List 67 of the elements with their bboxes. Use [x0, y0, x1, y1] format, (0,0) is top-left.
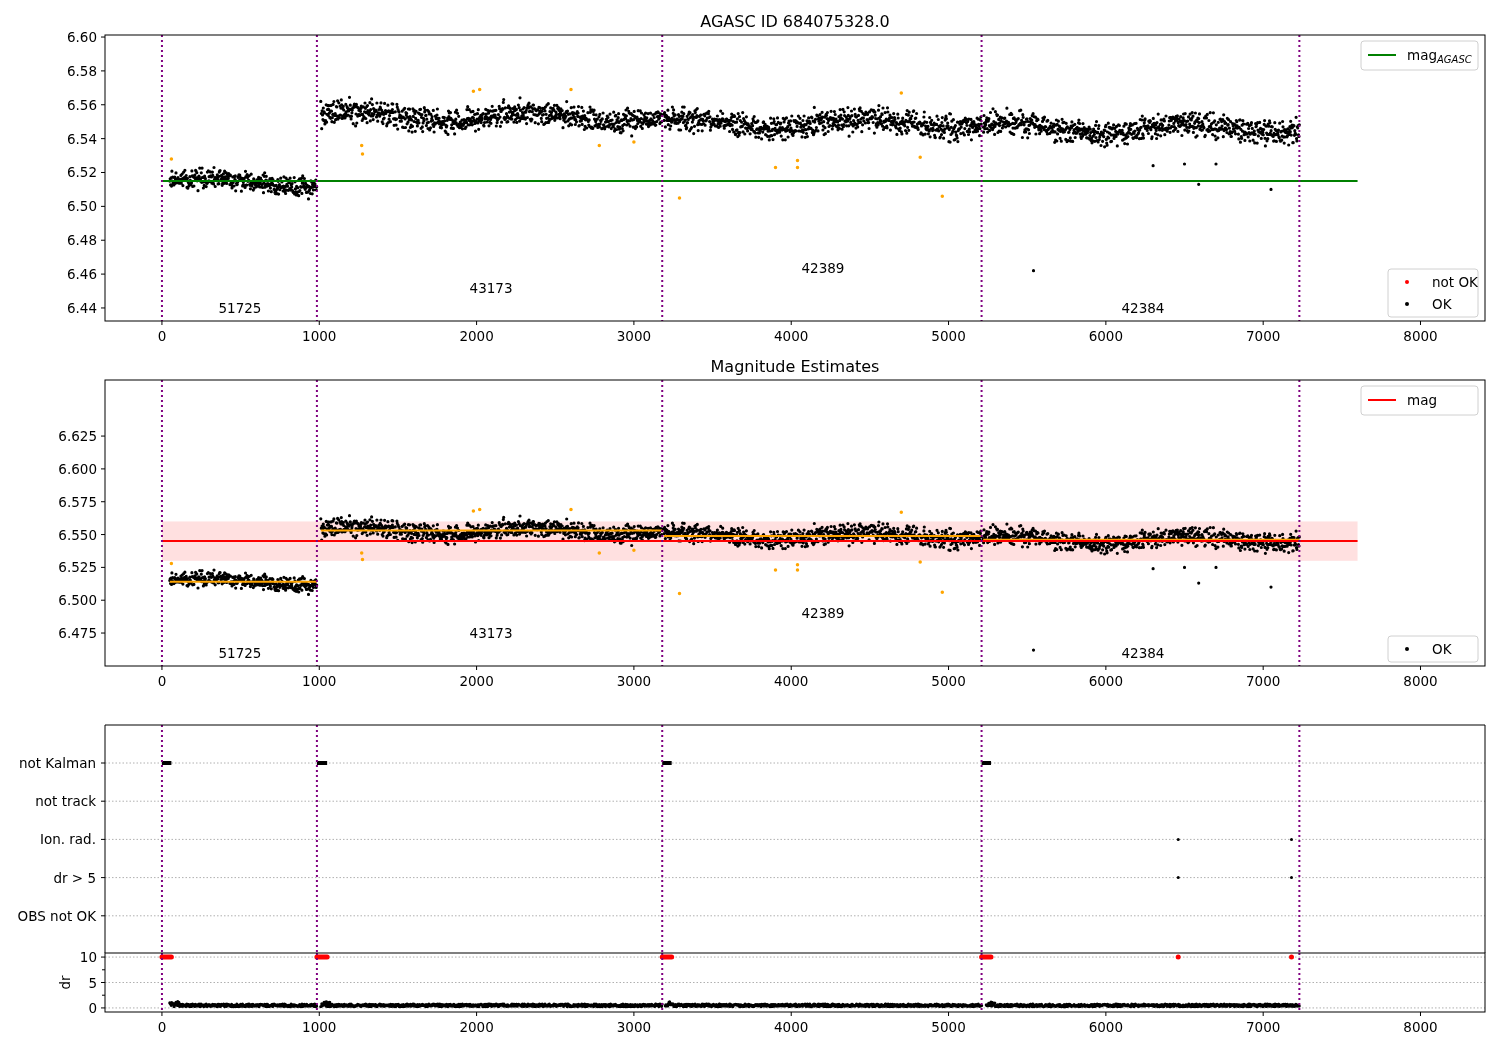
tick-label: 1000 — [302, 328, 337, 344]
tick-label: 1000 — [302, 673, 337, 689]
tick-label: 7000 — [1246, 1019, 1281, 1035]
tick-label: 10 — [79, 949, 97, 966]
tick-label: 2000 — [459, 328, 494, 344]
legend-label: OK — [1432, 641, 1452, 657]
tick-label: 6.625 — [58, 428, 97, 445]
tick-label: 4000 — [774, 328, 809, 344]
chart-title: Magnitude Estimates — [710, 357, 880, 376]
tick-label: 4000 — [774, 1019, 809, 1035]
obsid-label: 42384 — [1121, 645, 1165, 662]
tick-label: 2000 — [459, 673, 494, 689]
tick-label: 5000 — [931, 328, 966, 344]
tick-label: 6.56 — [66, 96, 97, 113]
tick-label: 1000 — [302, 1019, 337, 1035]
tick-label: 6.600 — [58, 460, 97, 477]
tick-label: 8000 — [1403, 673, 1438, 689]
chart-title: AGASC ID 684075328.0 — [700, 12, 890, 31]
tick-label: 6.48 — [66, 232, 97, 249]
legend-label: mag$_{AGASC}$ — [1407, 47, 1472, 65]
legend-label: not OK — [1432, 274, 1478, 290]
tick-label: 0 — [88, 999, 97, 1016]
tick-label: 8000 — [1403, 1019, 1438, 1035]
tick-label: 8000 — [1403, 328, 1438, 344]
tick-label: 3000 — [616, 328, 652, 344]
tick-label: 6000 — [1088, 673, 1124, 689]
tick-label: 6.44 — [66, 299, 97, 316]
tick-label: 0 — [157, 673, 167, 689]
tick-label: 4000 — [774, 673, 809, 689]
tick-label: 6.475 — [58, 625, 97, 642]
tick-label: 5000 — [931, 1019, 966, 1035]
tick-label: 7000 — [1246, 328, 1281, 344]
tick-label: 5 — [88, 974, 97, 991]
tick-label: 0 — [157, 328, 167, 344]
tick-label: 6.500 — [58, 592, 97, 609]
obsid-label: 43173 — [469, 280, 513, 297]
flag-label: not track — [35, 793, 96, 810]
flag-label: Ion. rad. — [39, 831, 96, 848]
tick-label: 6.550 — [58, 526, 97, 543]
tick-label: 6.46 — [66, 266, 97, 283]
tick-label: 6.525 — [58, 559, 97, 576]
obsid-label: 51725 — [218, 645, 262, 662]
obsid-label: 42389 — [801, 260, 845, 277]
axis-label: dr — [57, 975, 73, 990]
obsid-label: 42389 — [801, 605, 845, 622]
obsid-label: 42384 — [1121, 300, 1165, 317]
tick-label: 6000 — [1088, 328, 1124, 344]
tick-label: 3000 — [616, 1019, 652, 1035]
tick-label: 2000 — [459, 1019, 494, 1035]
flag-label: not Kalman — [18, 755, 96, 771]
tick-label: 6000 — [1088, 1019, 1124, 1035]
tick-label: 3000 — [616, 673, 652, 689]
obsid-label: 51725 — [218, 300, 262, 317]
tick-label: 6.58 — [66, 62, 97, 79]
tick-label: 6.52 — [66, 164, 97, 181]
tick-label: 5000 — [931, 673, 966, 689]
tick-label: 6.575 — [58, 493, 97, 510]
obsid-label: 43173 — [469, 625, 513, 642]
tick-label: 0 — [157, 1019, 167, 1035]
tick-label: 6.50 — [66, 198, 97, 215]
legend-label: mag — [1407, 392, 1437, 408]
flag-label: dr > 5 — [53, 869, 96, 886]
tick-label: 7000 — [1246, 673, 1281, 689]
tick-label: 6.60 — [66, 29, 97, 46]
tick-label: 6.54 — [66, 130, 97, 147]
flag-label: OBS not OK — [17, 907, 96, 924]
legend-label: OK — [1432, 296, 1452, 312]
